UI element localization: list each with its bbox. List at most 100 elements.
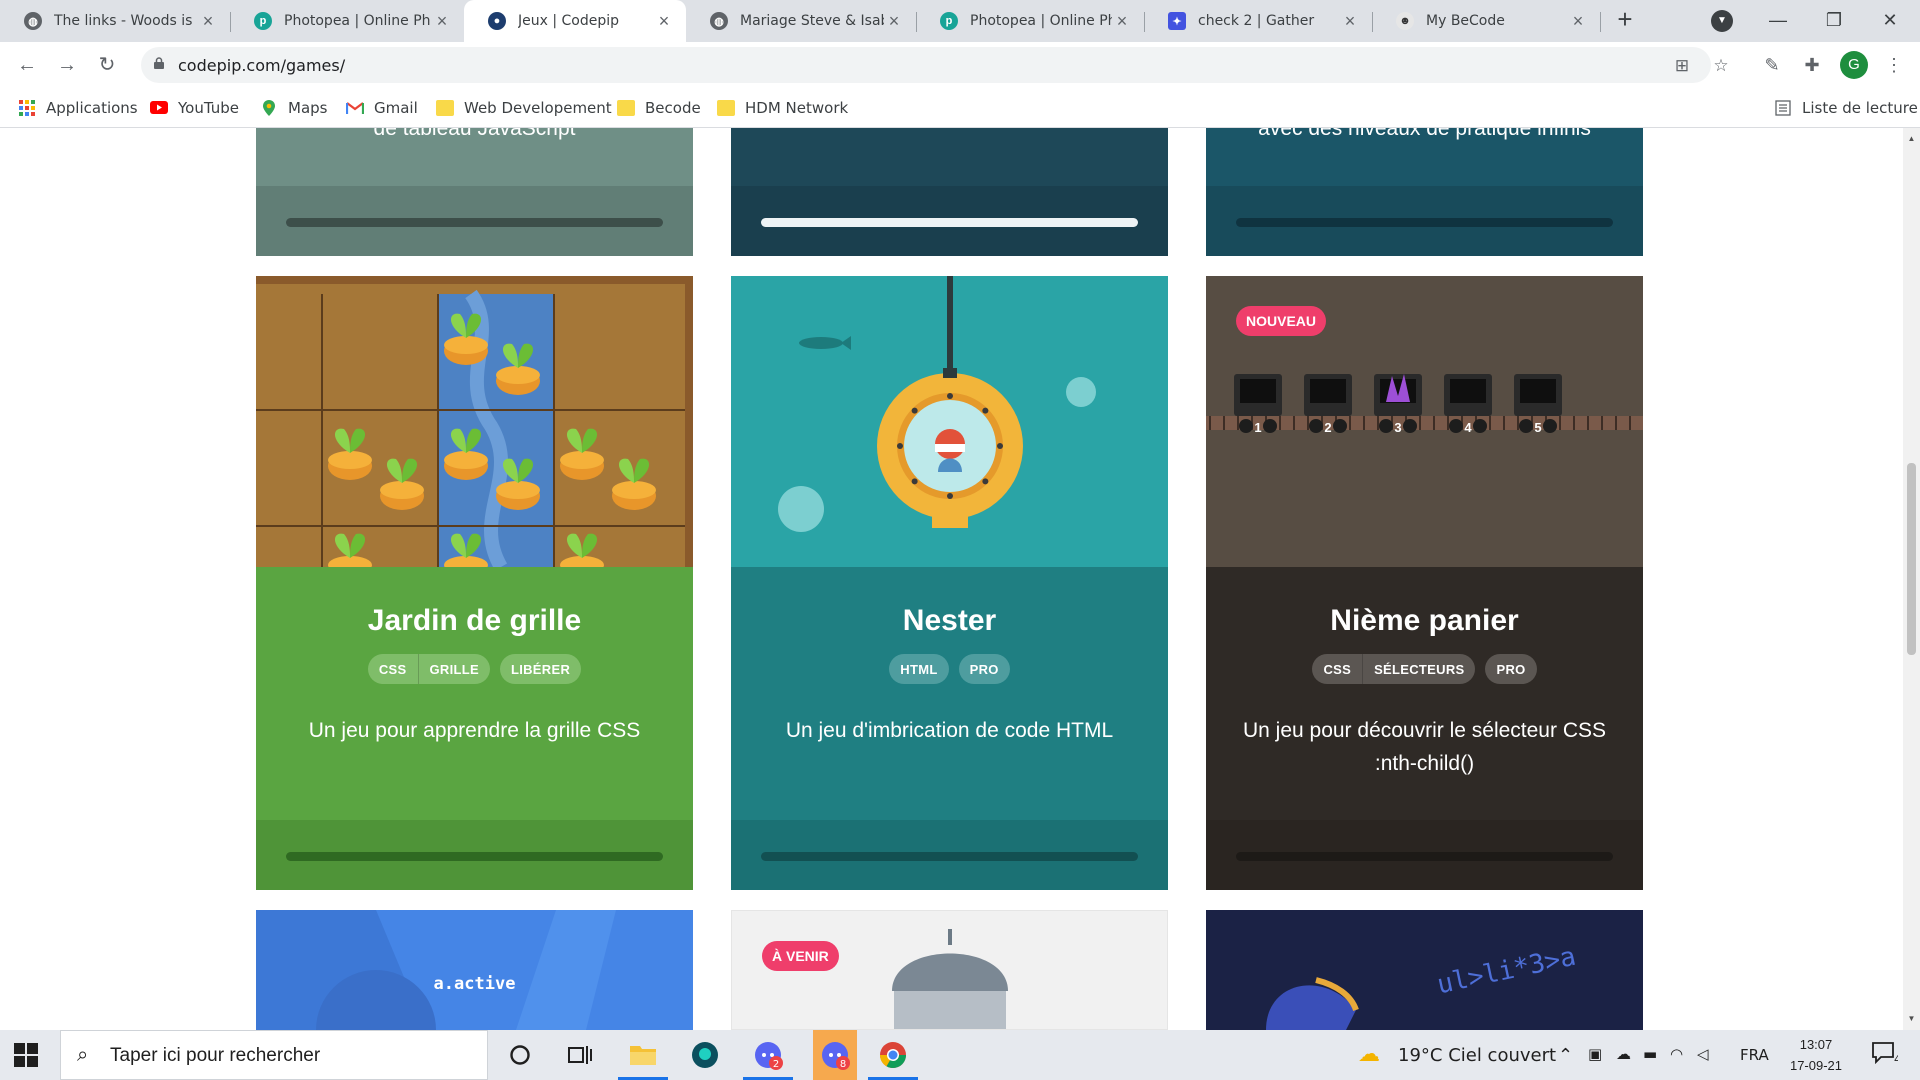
battery-icon[interactable]: ▬ — [1643, 1045, 1657, 1063]
close-icon[interactable]: × — [884, 11, 904, 32]
onedrive-cloud-icon[interactable]: ☁ — [1616, 1045, 1631, 1063]
tag-group: CSS GRILLE — [367, 654, 490, 684]
tab-gather[interactable]: ✦ check 2 | Gather × — [1144, 0, 1372, 42]
weather-cloud-icon[interactable]: ☁ — [1358, 1042, 1380, 1067]
mine-cart-icon: 4 — [1444, 374, 1492, 435]
new-tab-button[interactable]: + — [1611, 6, 1639, 34]
menu-kebab-icon[interactable]: ⋮ — [1882, 53, 1906, 77]
tag-pro[interactable]: PRO — [1485, 654, 1537, 684]
close-icon[interactable]: × — [432, 11, 452, 32]
window-close-button[interactable]: ✕ — [1862, 0, 1918, 42]
mine-cart-icon: 2 — [1304, 374, 1352, 435]
game-card-bottom-1[interactable]: a.active — [256, 910, 693, 1030]
search-icon: ⌕ — [77, 1044, 89, 1066]
tag-html[interactable]: HTML — [889, 654, 949, 684]
wifi-icon[interactable]: ◠ — [1670, 1045, 1683, 1063]
tag-grille[interactable]: GRILLE — [417, 654, 490, 684]
tag-selecteurs[interactable]: SÉLECTEURS — [1362, 654, 1476, 684]
page-scrollbar[interactable]: ▲ ▼ — [1903, 128, 1920, 1030]
gitkraken-icon[interactable] — [688, 1038, 722, 1072]
file-explorer-icon[interactable] — [618, 1038, 668, 1080]
scroll-down-arrow-icon[interactable]: ▼ — [1903, 1014, 1920, 1023]
eyedropper-extension-icon[interactable]: ✎ — [1760, 53, 1784, 77]
device-icon[interactable]: ▣ — [1588, 1045, 1602, 1063]
close-icon[interactable]: × — [1112, 11, 1132, 32]
close-icon[interactable]: × — [198, 11, 218, 32]
tag-liberer[interactable]: LIBÉRER — [499, 654, 582, 684]
bookmark-label: Becode — [645, 99, 701, 117]
tab-search-icon[interactable]: ▼ — [1711, 10, 1733, 32]
minimize-button[interactable]: — — [1750, 0, 1806, 42]
discord-canary-icon[interactable]: 8 — [813, 1030, 857, 1080]
close-icon[interactable]: × — [1568, 11, 1588, 32]
taskbar-search[interactable]: ⌕ Taper ici pour rechercher — [60, 1030, 488, 1080]
profile-avatar[interactable]: G — [1840, 51, 1868, 79]
game-card-nester[interactable]: Nester HTML PRO Un jeu d'imbrication de … — [731, 276, 1168, 890]
chevron-up-icon[interactable]: ⌃ — [1558, 1045, 1573, 1066]
task-view-icon[interactable] — [563, 1038, 597, 1072]
game-card-jardin-de-grille[interactable]: Jardin de grille CSS GRILLE LIBÉRER Un j… — [256, 276, 693, 890]
reload-icon[interactable]: ↻ — [92, 50, 122, 80]
translate-icon[interactable]: ⊞ — [1672, 56, 1692, 76]
bookmark-maps[interactable]: Maps — [260, 96, 327, 120]
tag-css[interactable]: CSS — [1312, 654, 1363, 684]
progress-bar — [761, 852, 1138, 861]
bookmark-becode[interactable]: Becode — [617, 96, 701, 120]
bookmarks-bar: Applications YouTube Maps Gmail Web Deve… — [0, 88, 1920, 128]
folder-icon — [617, 100, 635, 116]
search-placeholder: Taper ici pour rechercher — [110, 1045, 321, 1066]
bookmark-youtube[interactable]: YouTube — [150, 96, 239, 120]
game-card-top-1[interactable]: de tableau JavaScript — [256, 128, 693, 256]
tab-photopea-1[interactable]: p Photopea | Online Ph × — [230, 0, 464, 42]
weather-text[interactable]: 19°C Ciel couvert — [1398, 1045, 1556, 1066]
game-card-bottom-3[interactable]: ul>li*3>a — [1206, 910, 1643, 1030]
system-clock[interactable]: 13:07 17-09-21 — [1786, 1034, 1846, 1076]
reading-list-icon — [1775, 100, 1791, 116]
discord-icon[interactable]: 2 — [743, 1038, 793, 1080]
language-indicator[interactable]: FRA — [1740, 1046, 1769, 1064]
notifications-icon[interactable]: 4 — [1872, 1042, 1901, 1069]
tab-mariage[interactable]: ◍ Mariage Steve & Isab × — [686, 0, 916, 42]
extensions-puzzle-icon[interactable]: ✚ — [1800, 53, 1824, 77]
game-card-bottom-2[interactable]: À VENIR — [731, 910, 1168, 1030]
chrome-icon[interactable] — [868, 1038, 918, 1080]
tab-title: check 2 | Gather — [1198, 13, 1315, 29]
bookmark-gmail[interactable]: Gmail — [346, 96, 418, 120]
page-viewport: de tableau JavaScript avec des niveaux d… — [0, 128, 1903, 1030]
windows-start-icon[interactable] — [14, 1043, 38, 1067]
scroll-up-arrow-icon[interactable]: ▲ — [1903, 134, 1920, 143]
bookmark-label: Web Developement — [464, 99, 612, 117]
bookmark-label: YouTube — [178, 99, 239, 117]
tag-pro[interactable]: PRO — [958, 654, 1010, 684]
bookmark-star-icon[interactable]: ☆ — [1711, 56, 1731, 76]
back-arrow-icon[interactable]: ← — [12, 50, 42, 80]
tag-group: PRO — [1485, 654, 1537, 684]
restore-button[interactable]: ❐ — [1806, 0, 1862, 42]
bookmark-hdm-network[interactable]: HDM Network — [717, 96, 848, 120]
tab-codepip[interactable]: ● Jeux | Codepip × — [464, 0, 686, 42]
tab-photopea-2[interactable]: p Photopea | Online Ph × — [916, 0, 1144, 42]
tab-the-links[interactable]: ◍ The links - Woods is h × — [0, 0, 230, 42]
bookmark-web-developement[interactable]: Web Developement — [436, 96, 612, 120]
address-bar[interactable]: codepip.com/games/ ⊞ — [141, 47, 1711, 83]
cortana-icon[interactable] — [503, 1038, 537, 1072]
bookmark-label: Gmail — [374, 99, 418, 117]
folder-icon — [436, 100, 454, 116]
game-card-top-2[interactable] — [731, 128, 1168, 256]
game-card-nieme-panier[interactable]: 1 2 3 4 5 NOUVEAU Nième panier CSS SÉLECTEUR… — [1206, 276, 1643, 890]
bookmark-label: Maps — [288, 99, 328, 117]
reading-list-button[interactable]: Liste de lecture — [1774, 96, 1918, 120]
forward-arrow-icon[interactable]: → — [52, 50, 82, 80]
tab-title: Jeux | Codepip — [518, 13, 620, 29]
volume-icon[interactable]: ◁ — [1697, 1045, 1709, 1063]
photopea-icon: p — [940, 12, 958, 30]
close-icon[interactable]: × — [654, 11, 674, 32]
bookmark-applications[interactable]: Applications — [18, 96, 138, 120]
game-card-top-3[interactable]: avec des niveaux de pratique infinis — [1206, 128, 1643, 256]
apps-grid-icon — [19, 100, 35, 116]
tag-css[interactable]: CSS — [367, 654, 418, 684]
close-icon[interactable]: × — [1340, 11, 1360, 32]
progress-bar — [286, 218, 663, 227]
tab-becode[interactable]: ☻ My BeCode × — [1372, 0, 1600, 42]
scrollbar-thumb[interactable] — [1907, 463, 1916, 655]
